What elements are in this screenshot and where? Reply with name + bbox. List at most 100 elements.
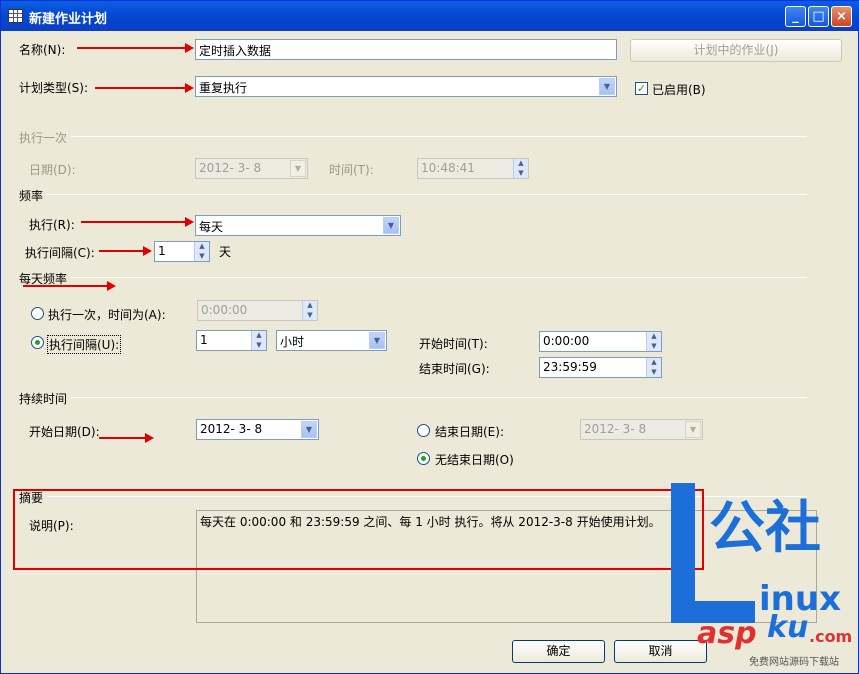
duration-end-value: 2012- 3- 8 xyxy=(584,422,647,436)
frequency-interval-label: 执行间隔(C): xyxy=(25,246,95,260)
scheduled-jobs-button[interactable]: 计划中的作业(J) xyxy=(630,39,842,62)
schedule-type-select[interactable]: 重复执行 ▼ xyxy=(195,76,617,97)
enabled-label: 已启用(B) xyxy=(652,83,706,97)
frequency-divider xyxy=(47,194,807,195)
arrow-right-icon xyxy=(185,83,194,93)
watermark-text-5: .com xyxy=(809,627,853,646)
chevron-down-icon[interactable]: ▼ xyxy=(599,78,615,95)
spin-up-icon: ▲ xyxy=(651,358,657,366)
title-bar[interactable]: 新建作业计划 _ □ × xyxy=(1,1,859,31)
schedule-type-value: 重复执行 xyxy=(199,81,248,95)
spin-up-icon: ▲ xyxy=(651,332,657,340)
frequency-group-title: 频率 xyxy=(19,189,44,203)
app-icon xyxy=(8,9,23,23)
daily-start-value: 0:00:00 xyxy=(543,334,590,348)
daily-once-time-input[interactable]: 0:00:00 ▲ ▼ xyxy=(197,300,318,321)
duration-end-radio[interactable] xyxy=(417,424,430,437)
duration-start-picker[interactable]: 2012- 3- 8 ▼ xyxy=(196,419,319,440)
watermark-text-4: ku xyxy=(767,610,809,645)
chevron-down-icon[interactable]: ▼ xyxy=(369,332,385,349)
ok-button[interactable]: 确定 xyxy=(512,640,605,663)
chevron-down-icon[interactable]: ▼ xyxy=(290,160,306,177)
run-once-time-input[interactable]: 10:48:41 ▲ ▼ xyxy=(417,158,529,179)
daily-every-radio[interactable] xyxy=(31,336,44,349)
duration-end-picker[interactable]: 2012- 3- 8 ▼ xyxy=(580,419,703,440)
spin-up-icon: ▲ xyxy=(199,242,205,250)
interval-spinner[interactable]: ▲ ▼ xyxy=(194,242,209,261)
daily-every-input[interactable]: 1 ▲ ▼ xyxy=(196,330,267,351)
window-title: 新建作业计划 xyxy=(29,12,108,27)
spin-down-icon: ▼ xyxy=(651,341,657,350)
daily-frequency-divider xyxy=(71,277,807,278)
daily-end-spinner[interactable]: ▲ ▼ xyxy=(646,358,661,377)
no-end-date-label: 无结束日期(O) xyxy=(435,453,514,467)
arrow-right-icon xyxy=(185,217,194,227)
minimize-icon: _ xyxy=(792,9,799,24)
watermark-text-1: 公社 xyxy=(709,496,821,561)
daily-every-unit-value: 小时 xyxy=(280,335,305,349)
duration-start-value: 2012- 3- 8 xyxy=(200,422,263,436)
frequency-interval-unit: 天 xyxy=(219,245,232,259)
spin-up-icon: ▲ xyxy=(518,159,524,167)
annotation-arrow xyxy=(23,285,109,287)
chevron-down-icon[interactable]: ▼ xyxy=(685,421,701,438)
time-spinner[interactable]: ▲ ▼ xyxy=(513,159,528,178)
annotation-arrow xyxy=(99,250,145,252)
chevron-down-icon[interactable]: ▼ xyxy=(383,217,399,234)
enabled-checkbox[interactable]: ✓ xyxy=(635,82,648,95)
duration-start-label: 开始日期(D): xyxy=(29,425,100,439)
duration-group-title: 持续时间 xyxy=(19,392,68,406)
daily-every-label: 执行间隔(U): xyxy=(47,335,122,354)
schedule-type-label: 计划类型(S): xyxy=(19,81,89,95)
arrow-right-icon xyxy=(145,433,154,443)
close-button[interactable]: × xyxy=(831,6,852,27)
maximize-button[interactable]: □ xyxy=(808,6,829,27)
daily-every-spinner[interactable]: ▲ ▼ xyxy=(251,331,266,350)
annotation-arrow xyxy=(99,437,147,439)
frequency-interval-input[interactable]: 1 ▲ ▼ xyxy=(154,241,210,262)
close-icon: × xyxy=(836,9,847,24)
name-input[interactable]: 定时插入数据 xyxy=(195,39,617,60)
daily-once-time-value: 0:00:00 xyxy=(201,303,248,317)
run-once-time-value: 10:48:41 xyxy=(421,161,475,175)
frequency-run-label: 执行(R): xyxy=(29,218,75,232)
frequency-run-value: 每天 xyxy=(199,220,224,234)
arrow-right-icon xyxy=(185,43,194,53)
daily-once-spinner[interactable]: ▲ ▼ xyxy=(302,301,317,320)
spin-up-icon: ▲ xyxy=(256,331,262,339)
daily-once-radio[interactable] xyxy=(31,307,44,320)
spin-up-icon: ▲ xyxy=(307,301,313,309)
no-end-date-radio[interactable] xyxy=(417,452,430,465)
daily-every-value: 1 xyxy=(200,333,208,347)
spin-down-icon: ▼ xyxy=(256,340,262,349)
daily-start-spinner[interactable]: ▲ ▼ xyxy=(646,332,661,351)
annotation-arrow xyxy=(77,47,187,49)
daily-every-unit-select[interactable]: 小时 ▼ xyxy=(276,330,387,351)
daily-start-input[interactable]: 0:00:00 ▲ ▼ xyxy=(539,331,662,352)
annotation-highlight-box xyxy=(13,489,704,570)
annotation-arrow xyxy=(81,221,187,223)
spin-down-icon: ▼ xyxy=(518,168,524,177)
chevron-down-icon[interactable]: ▼ xyxy=(301,421,317,438)
daily-once-label: 执行一次，时间为(A): xyxy=(48,308,166,322)
spin-down-icon: ▼ xyxy=(651,367,657,376)
daily-end-input[interactable]: 23:59:59 ▲ ▼ xyxy=(539,357,662,378)
spin-down-icon: ▼ xyxy=(199,251,205,260)
watermark-logo: 公社 inux asp ku .com 免费网站源码下载站 xyxy=(669,483,859,673)
frequency-interval-value: 1 xyxy=(158,244,166,258)
daily-end-label: 结束时间(G): xyxy=(419,362,490,376)
spin-down-icon: ▼ xyxy=(307,310,313,319)
run-once-divider xyxy=(71,136,807,137)
run-once-group-title: 执行一次 xyxy=(19,131,68,145)
arrow-right-icon xyxy=(107,281,116,291)
name-label: 名称(N): xyxy=(19,43,66,57)
duration-end-label: 结束日期(E): xyxy=(435,425,504,439)
run-once-date-picker[interactable]: 2012- 3- 8 ▼ xyxy=(195,158,308,179)
run-once-date-label: 日期(D): xyxy=(29,163,76,177)
dialog-window: 新建作业计划 _ □ × 名称(N): 定时插入数据 计划中的作业(J) 计划类… xyxy=(0,0,859,674)
run-once-time-label: 时间(T): xyxy=(329,163,374,177)
minimize-button[interactable]: _ xyxy=(785,6,806,27)
watermark-text-3: asp xyxy=(697,616,757,651)
frequency-run-select[interactable]: 每天 ▼ xyxy=(195,215,401,236)
watermark-footer: 免费网站源码下载站 xyxy=(749,657,839,668)
